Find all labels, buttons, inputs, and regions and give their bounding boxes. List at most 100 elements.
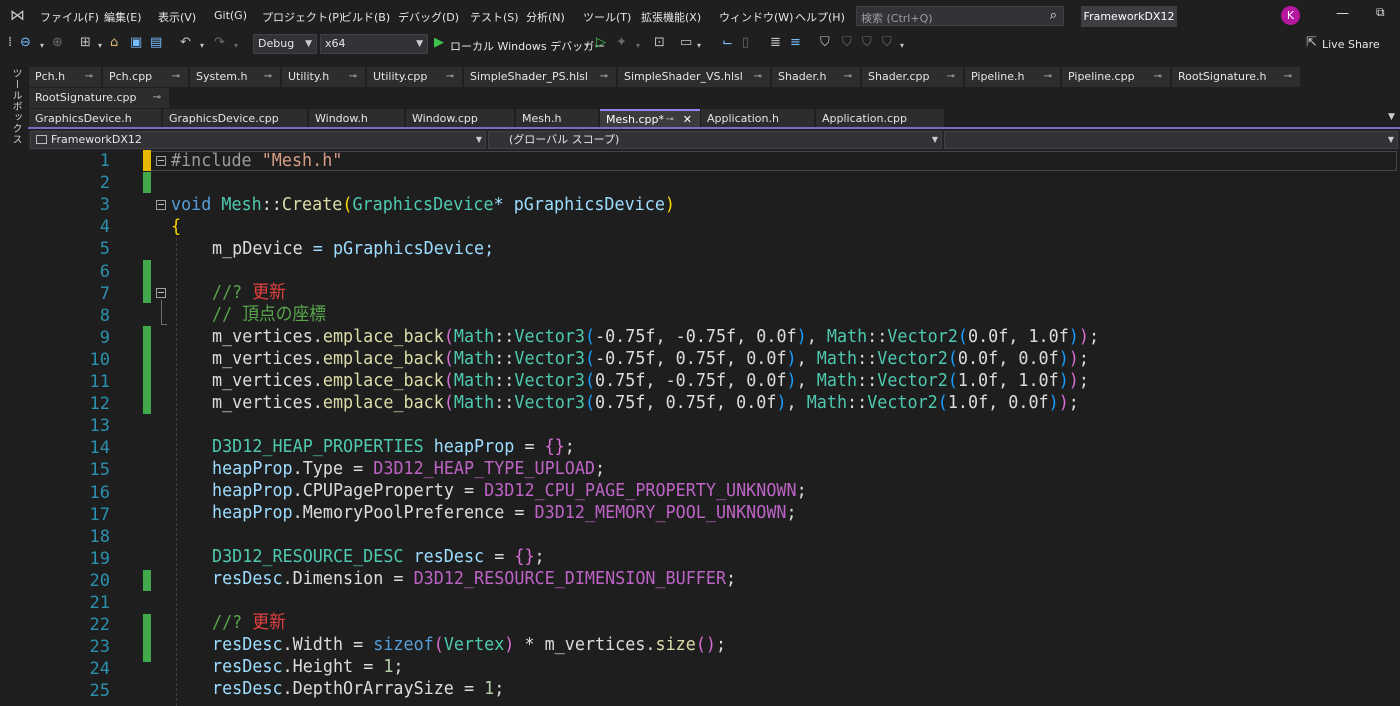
tab-graphicsdevice-cpp[interactable]: GraphicsDevice.cpp — [163, 109, 307, 129]
redo-dropdown-icon[interactable]: ▾ — [234, 38, 238, 54]
platform-select[interactable]: x64 ▼ — [320, 34, 428, 54]
window-layout-icon[interactable]: ▭ — [680, 35, 692, 51]
menu-item[interactable]: デバッグ(D) — [398, 9, 459, 25]
collapse-icon[interactable] — [156, 200, 166, 210]
tab-shader-cpp[interactable]: Shader.cpp ⊸ — [862, 67, 963, 87]
tab-application-cpp[interactable]: Application.cpp — [816, 109, 944, 129]
restore-window-icon[interactable]: ⧉ — [1376, 5, 1385, 20]
indent-icon[interactable]: ≡ — [790, 35, 801, 51]
menu-item[interactable]: テスト(S) — [470, 9, 519, 25]
scope-dropdown[interactable]: (グローバル スコープ) ▼ — [488, 131, 942, 149]
minimize-icon[interactable]: — — [1336, 6, 1349, 21]
window-layout-dropdown-icon[interactable]: ▾ — [697, 38, 701, 54]
menu-item[interactable]: 分析(N) — [526, 9, 565, 25]
pin-icon[interactable]: ⊸ — [1284, 67, 1292, 87]
redo-icon[interactable]: ↷ — [214, 35, 225, 51]
new-project-icon[interactable]: ⊞ — [80, 35, 91, 51]
live-share-button[interactable]: Live Share — [1322, 38, 1380, 51]
tab-application-h[interactable]: Application.h — [701, 109, 814, 129]
member-dropdown[interactable]: ▼ — [944, 131, 1398, 149]
bookmark-icon[interactable]: ⛉ — [820, 35, 830, 51]
tab-utility-cpp[interactable]: Utility.cpp ⊸ — [367, 67, 462, 87]
collapse-icon[interactable] — [156, 288, 166, 298]
tab-system-h[interactable]: System.h ⊸ — [190, 67, 280, 87]
pin-icon[interactable]: ⊸ — [172, 67, 180, 87]
pin-icon[interactable]: ⊸ — [349, 67, 357, 87]
pin-icon[interactable]: ⊸ — [153, 88, 161, 108]
clear-bookmarks-icon[interactable]: ⛉ — [882, 35, 892, 51]
configuration-select[interactable]: Debug ▼ — [253, 34, 317, 54]
tab-pipeline-h[interactable]: Pipeline.h ⊸ — [965, 67, 1060, 87]
tab-utility-h[interactable]: Utility.h ⊸ — [282, 67, 365, 87]
tab-rootsignature-h[interactable]: RootSignature.h ⊸ — [1172, 67, 1300, 87]
solution-name-badge[interactable]: FrameworkDX12 — [1081, 6, 1177, 27]
menu-item[interactable]: プロジェクト(P) — [262, 9, 343, 25]
menu-item[interactable]: 拡張機能(X) — [641, 9, 701, 25]
pin-icon[interactable]: ⊸ — [600, 67, 608, 87]
code-line-14: D3D12_HEAP_PROPERTIES heapProp = {}; — [212, 436, 575, 457]
open-folder-icon[interactable]: ⌂ — [110, 35, 118, 51]
tab-mesh-cpp[interactable]: Mesh.cpp* ⊸ ✕ — [600, 109, 700, 129]
search-input[interactable]: 検索 (Ctrl+Q) ⌕ — [856, 6, 1064, 26]
step-icon[interactable]: ⌙ — [722, 35, 733, 51]
tab-window-cpp[interactable]: Window.cpp — [406, 109, 514, 129]
diagnostics-icon[interactable]: ▯ — [742, 35, 749, 51]
bookmark-dropdown-icon[interactable]: ▾ — [900, 38, 904, 54]
start-debugging-button[interactable]: ローカル Windows デバッガー — [450, 38, 605, 54]
tab-mesh-h[interactable]: Mesh.h — [516, 109, 598, 129]
tab-rootsignature-cpp[interactable]: RootSignature.cpp ⊸ — [29, 88, 169, 108]
hot-reload-dropdown-icon[interactable]: ▾ — [636, 38, 640, 54]
forward-icon[interactable]: ⊕ — [52, 35, 63, 51]
tab-simpleshader-ps-hlsl[interactable]: SimpleShader_PS.hlsl ⊸ — [464, 67, 616, 87]
start-without-debugging-icon[interactable]: ▷ — [596, 35, 606, 51]
menu-item[interactable]: ビルド(B) — [341, 9, 390, 25]
start-debugging-icon[interactable]: ▶ — [434, 35, 444, 51]
menu-item[interactable]: ツール(T) — [583, 9, 631, 25]
new-dropdown-icon[interactable]: ▾ — [98, 38, 102, 54]
tab-window-h[interactable]: Window.h — [309, 109, 404, 129]
prev-bookmark-icon[interactable]: ⛉ — [842, 35, 852, 51]
saved-change-marker — [143, 172, 151, 193]
tab-simpleshader-vs-hlsl[interactable]: SimpleShader_VS.hlsl ⊸ — [618, 67, 770, 87]
pin-icon[interactable]: ⊸ — [947, 67, 955, 87]
live-share-icon[interactable]: ⇱ — [1306, 35, 1317, 51]
menu-item[interactable]: ヘルプ(H) — [795, 9, 845, 25]
tab-pch-h[interactable]: Pch.h ⊸ — [29, 67, 101, 87]
undo-icon[interactable]: ↶ — [180, 35, 191, 51]
pin-icon[interactable]: ⊸ — [754, 67, 762, 87]
saved-change-marker — [143, 614, 151, 662]
menu-item[interactable]: 編集(E) — [104, 9, 142, 25]
tab-pch-cpp[interactable]: Pch.cpp ⊸ — [103, 67, 188, 87]
collapse-icon[interactable] — [156, 156, 166, 166]
outdent-icon[interactable]: ≣ — [770, 35, 781, 51]
menu-item[interactable]: Git(G) — [214, 9, 247, 22]
toolbox-panel[interactable]: ツールボックス — [0, 58, 28, 706]
tab-graphicsdevice-h[interactable]: GraphicsDevice.h — [29, 109, 161, 129]
search-icon[interactable]: ⌕ — [1050, 8, 1057, 23]
tab-overflow-icon[interactable]: ▼ — [1388, 112, 1395, 122]
back-dropdown-icon[interactable]: ▾ — [40, 38, 44, 54]
menu-item[interactable]: ウィンドウ(W) — [719, 9, 793, 25]
back-icon[interactable]: ⊖ — [20, 35, 31, 51]
pin-icon[interactable]: ⊸ — [1044, 67, 1052, 87]
menu-item[interactable]: 表示(V) — [158, 9, 196, 25]
project-dropdown[interactable]: FrameworkDX12 ▼ — [30, 131, 486, 149]
pin-icon[interactable]: ⊸ — [844, 67, 852, 87]
hot-reload-icon[interactable]: ✦ — [616, 35, 627, 51]
save-all-icon[interactable]: ▤ — [150, 35, 162, 51]
pin-icon[interactable]: ⊸ — [1154, 67, 1162, 87]
save-icon[interactable]: ▣ — [130, 35, 142, 51]
next-bookmark-icon[interactable]: ⛉ — [862, 35, 872, 51]
undo-dropdown-icon[interactable]: ▾ — [200, 38, 204, 54]
pin-icon[interactable]: ⊸ — [85, 67, 93, 87]
avatar[interactable]: K — [1281, 6, 1300, 25]
browse-icon[interactable]: ⊡ — [654, 35, 665, 51]
enum-value: D3D12_HEAP_TYPE_UPLOAD — [373, 458, 596, 479]
tab-pipeline-cpp[interactable]: Pipeline.cpp ⊸ — [1062, 67, 1170, 87]
toolbox-label[interactable]: ツールボックス — [8, 68, 23, 145]
pin-icon[interactable]: ⊸ — [446, 67, 454, 87]
menu-item[interactable]: ファイル(F) — [40, 9, 99, 25]
debug-target-dropdown-icon[interactable]: ▾ — [585, 38, 589, 54]
pin-icon[interactable]: ⊸ — [264, 67, 272, 87]
tab-shader-h[interactable]: Shader.h ⊸ — [772, 67, 860, 87]
